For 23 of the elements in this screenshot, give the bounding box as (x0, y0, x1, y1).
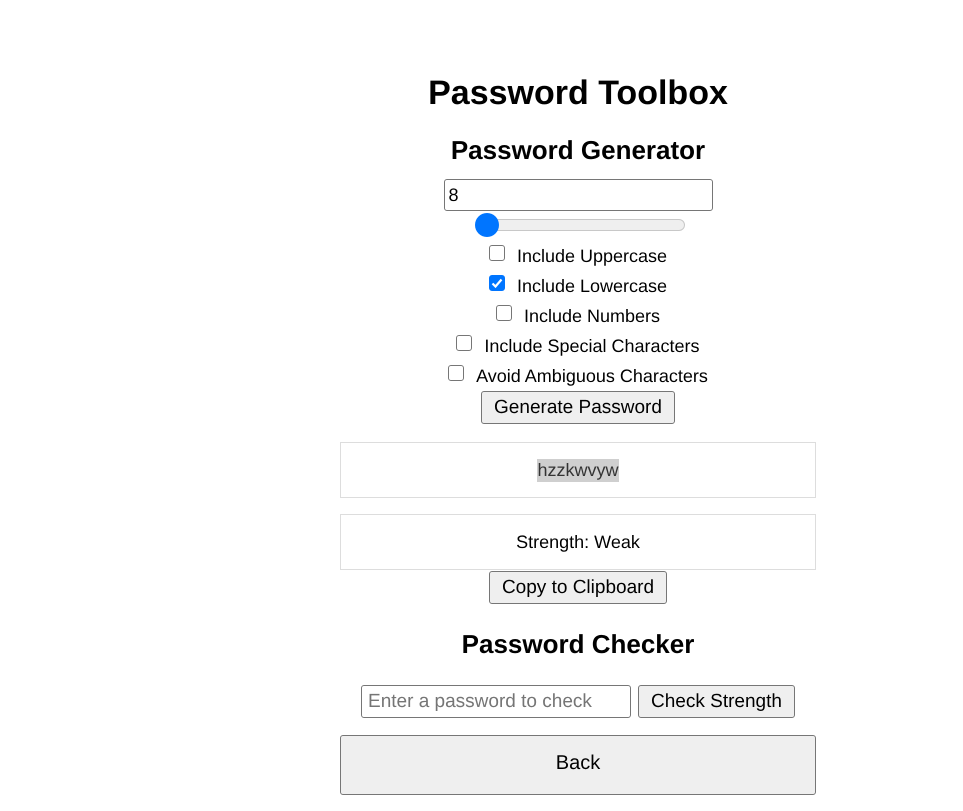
back-button[interactable]: Back (340, 735, 816, 795)
section-heading: Password Checker (462, 628, 694, 660)
copy-button[interactable]: Copy to Clipboard (488, 571, 668, 604)
check-strength-button[interactable]: Check Strength (638, 685, 795, 718)
checkbox[interactable] (488, 245, 505, 261)
section-heading: Password Generator (450, 134, 706, 166)
length-slider[interactable] (475, 213, 685, 237)
option-label: Include Numbers (524, 306, 660, 326)
slider-thumb[interactable] (475, 213, 499, 237)
checkbox[interactable] (448, 365, 464, 381)
strength-text: Strength: Weak (340, 514, 816, 570)
option-label: Include Special Characters (484, 336, 700, 356)
password-field[interactable]: Enter a password to check (361, 685, 632, 718)
page-title: Password Toolbox (428, 73, 728, 114)
checkbox[interactable] (456, 335, 472, 351)
generate-button[interactable]: Generate Password (481, 391, 675, 424)
option-label: Include Lowercase (516, 276, 668, 296)
length-field[interactable]: 8 (444, 179, 712, 211)
checkbox[interactable] (488, 275, 505, 291)
option-label: Include Uppercase (516, 246, 668, 266)
password-text: hzzkwvyw (537, 458, 618, 482)
checkbox[interactable] (496, 305, 512, 321)
option-label: Avoid Ambiguous Characters (476, 366, 708, 386)
